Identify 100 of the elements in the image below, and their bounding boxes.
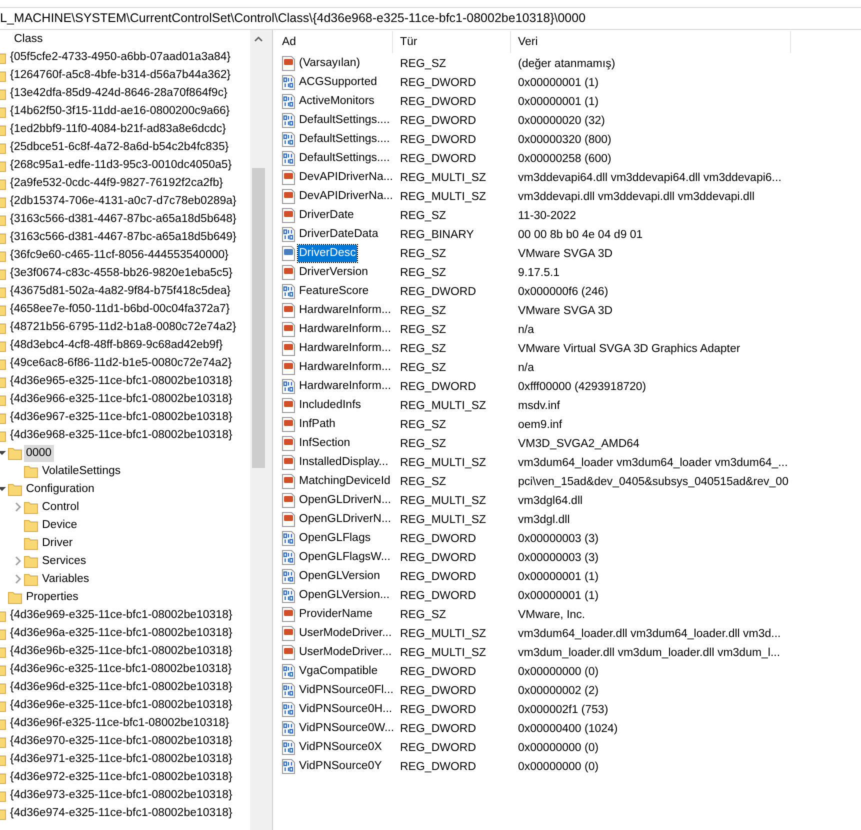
value-name[interactable]: ProviderName bbox=[298, 606, 374, 623]
tree-item[interactable]: {1264760f-a5c8-4bfe-b314-d56a7b44a362} bbox=[8, 66, 233, 84]
value-data: VMware SVGA 3D bbox=[517, 304, 614, 316]
tree-item[interactable]: {4d36e973-e325-11ce-bfc1-08002be10318} bbox=[8, 786, 234, 804]
value-name[interactable]: (Varsayılan) bbox=[298, 55, 362, 72]
value-data: vm3dum64_loader vm3dum64_loader vm3dum64_... bbox=[517, 456, 789, 468]
tree-item[interactable]: Class bbox=[12, 30, 45, 48]
value-name[interactable]: OpenGLFlagsW... bbox=[298, 549, 392, 566]
tree-item[interactable]: Device bbox=[40, 516, 80, 534]
tree-item[interactable]: Services bbox=[40, 552, 88, 570]
tree-item[interactable]: {48721b56-6795-11d2-b1a8-0080c72e74a2} bbox=[8, 318, 238, 336]
tree-item[interactable]: {4d36e970-e325-11ce-bfc1-08002be10318} bbox=[8, 732, 234, 750]
value-name[interactable]: DriverDateData bbox=[298, 226, 380, 243]
column-header[interactable]: Tür bbox=[393, 31, 511, 53]
value-data: oem9.inf bbox=[517, 418, 564, 430]
tree-item[interactable]: {4d36e969-e325-11ce-bfc1-08002be10318} bbox=[8, 606, 234, 624]
value-name[interactable]: MatchingDeviceId bbox=[298, 473, 392, 490]
tree-item[interactable]: Driver bbox=[40, 534, 75, 552]
value-name[interactable]: HardwareInform... bbox=[298, 302, 392, 319]
value-name[interactable]: InfPath bbox=[298, 416, 336, 433]
value-name[interactable]: HardwareInform... bbox=[298, 378, 392, 395]
tree-item[interactable]: Properties bbox=[24, 588, 80, 606]
tree-item[interactable]: {4658ee7e-f050-11d1-b6bd-00c04fa372a7} bbox=[8, 300, 232, 318]
value-name[interactable]: IncludedInfs bbox=[298, 397, 362, 414]
tree-item[interactable]: Control bbox=[40, 498, 82, 516]
value-name[interactable]: UserModeDriver... bbox=[298, 625, 393, 642]
tree-item[interactable]: {4d36e968-e325-11ce-bfc1-08002be10318} bbox=[8, 426, 234, 444]
value-name[interactable]: DefaultSettings.... bbox=[298, 150, 391, 167]
tree-item[interactable]: {4d36e972-e325-11ce-bfc1-08002be10318} bbox=[8, 768, 234, 786]
value-name[interactable]: ActiveMonitors bbox=[298, 93, 376, 110]
value-name[interactable]: DefaultSettings.... bbox=[298, 112, 391, 129]
value-name[interactable]: VidPNSource0Fl... bbox=[298, 682, 394, 699]
collapse-chevron-icon[interactable] bbox=[0, 449, 6, 457]
value-data: 0xfff00000 (4293918720) bbox=[517, 380, 648, 392]
tree-item[interactable]: {05f5cfe2-4733-4950-a6bb-07aad01a3a84} bbox=[8, 48, 233, 66]
value-name[interactable]: VidPNSource0X bbox=[298, 739, 383, 756]
tree-item[interactable]: {3163c566-d381-4467-87bc-a65a18d5b648} bbox=[8, 210, 238, 228]
tree-item[interactable]: VolatileSettings bbox=[40, 462, 123, 480]
tree-item[interactable]: {49ce6ac8-6f86-11d2-b1e5-0080c72e74a2} bbox=[8, 354, 234, 372]
tree-item[interactable]: {4d36e965-e325-11ce-bfc1-08002be10318} bbox=[8, 372, 234, 390]
tree-item[interactable]: {36fc9e60-c465-11cf-8056-444553540000} bbox=[8, 246, 230, 264]
tree-item[interactable]: {4d36e96d-e325-11ce-bfc1-08002be10318} bbox=[8, 678, 234, 696]
value-name[interactable]: DriverDesc bbox=[298, 245, 357, 262]
value-name[interactable]: HardwareInform... bbox=[298, 321, 392, 338]
value-data: 0x00000400 (1024) bbox=[517, 722, 619, 734]
expand-chevron-icon[interactable] bbox=[14, 502, 22, 512]
value-name[interactable]: HardwareInform... bbox=[298, 340, 392, 357]
value-name[interactable]: VgaCompatible bbox=[298, 663, 379, 680]
string-value-icon bbox=[281, 455, 296, 470]
tree-item[interactable]: {4d36e96f-e325-11ce-bfc1-08002be10318} bbox=[8, 714, 232, 732]
value-name[interactable]: VidPNSource0Y bbox=[298, 758, 383, 775]
tree-item[interactable]: {13e42dfa-85d9-424d-8646-28a70f864f9c} bbox=[8, 84, 230, 102]
tree-item[interactable]: {48d3ebc4-4cf8-48ff-b869-9c68ad42eb9f} bbox=[8, 336, 225, 354]
value-name[interactable]: DevAPIDriverNa... bbox=[298, 169, 394, 186]
tree-item[interactable]: {4d36e96b-e325-11ce-bfc1-08002be10318} bbox=[8, 642, 234, 660]
value-name[interactable]: DriverVersion bbox=[298, 264, 370, 281]
value-name[interactable]: VidPNSource0W... bbox=[298, 720, 396, 737]
folder-icon bbox=[8, 482, 22, 496]
value-name[interactable]: OpenGLVersion... bbox=[298, 587, 391, 604]
address-bar[interactable]: L_MACHINE\SYSTEM\CurrentControlSet\Control\Class\{4d36e968-e325-11ce-bfc1-08002be10318}\0000 bbox=[0, 7, 861, 30]
expand-chevron-icon[interactable] bbox=[14, 574, 22, 584]
tree-item[interactable]: {2a9fe532-0cdc-44f9-9827-76192f2ca2fb} bbox=[8, 174, 225, 192]
tree-item[interactable]: {1ed2bbf9-11f0-4084-b21f-ad83a8e6dcdc} bbox=[8, 120, 228, 138]
column-header[interactable]: Ad bbox=[275, 31, 393, 53]
tree-item[interactable]: Variables bbox=[40, 570, 92, 588]
scrollbar-thumb[interactable] bbox=[252, 168, 265, 468]
tree-item[interactable]: {4d36e971-e325-11ce-bfc1-08002be10318} bbox=[8, 750, 234, 768]
tree-item[interactable]: {25dbce51-6c8f-4a72-8a6d-b54c2b4fc835} bbox=[8, 138, 231, 156]
value-name[interactable]: UserModeDriver... bbox=[298, 644, 393, 661]
tree-item[interactable]: {268c95a1-edfe-11d3-95c3-0010dc4050a5} bbox=[8, 156, 234, 174]
value-name[interactable]: OpenGLVersion bbox=[298, 568, 381, 585]
tree-item[interactable]: {4d36e96e-e325-11ce-bfc1-08002be10318} bbox=[8, 696, 234, 714]
tree-item[interactable]: {43675d81-502a-4a82-9f84-b75f418c5dea} bbox=[8, 282, 233, 300]
value-name[interactable]: InfSection bbox=[298, 435, 352, 452]
tree-item[interactable]: {14b62f50-3f15-11dd-ae16-0800200c9a66} bbox=[8, 102, 232, 120]
tree-item[interactable]: {3e3f0674-c83c-4558-bb26-9820e1eba5c5} bbox=[8, 264, 235, 282]
expand-chevron-icon[interactable] bbox=[14, 556, 22, 566]
value-name[interactable]: VidPNSource0H... bbox=[298, 701, 394, 718]
tree-item[interactable]: Configuration bbox=[24, 480, 96, 498]
value-name[interactable]: OpenGLDriverN... bbox=[298, 511, 392, 528]
value-name[interactable]: DefaultSettings.... bbox=[298, 131, 391, 148]
value-name[interactable]: DevAPIDriverNa... bbox=[298, 188, 394, 205]
value-type: REG_DWORD bbox=[399, 704, 478, 716]
tree-item[interactable]: {4d36e966-e325-11ce-bfc1-08002be10318} bbox=[8, 390, 234, 408]
value-name[interactable]: InstalledDisplay... bbox=[298, 454, 390, 471]
value-name[interactable]: HardwareInform... bbox=[298, 359, 392, 376]
column-header[interactable]: Veri bbox=[511, 31, 791, 53]
value-name[interactable]: OpenGLDriverN... bbox=[298, 492, 392, 509]
tree-item[interactable]: 0000 bbox=[24, 444, 54, 462]
value-name[interactable]: DriverDate bbox=[298, 207, 355, 224]
tree-item[interactable]: {4d36e96c-e325-11ce-bfc1-08002be10318} bbox=[8, 660, 234, 678]
collapse-chevron-icon[interactable] bbox=[0, 485, 6, 493]
tree-item[interactable]: {4d36e974-e325-11ce-bfc1-08002be10318} bbox=[8, 804, 234, 822]
value-name[interactable]: ACGSupported bbox=[298, 74, 378, 91]
tree-item[interactable]: {4d36e96a-e325-11ce-bfc1-08002be10318} bbox=[8, 624, 234, 642]
tree-item[interactable]: {4d36e967-e325-11ce-bfc1-08002be10318} bbox=[8, 408, 234, 426]
tree-item[interactable]: {3163c566-d381-4467-87bc-a65a18d5b649} bbox=[8, 228, 238, 246]
tree-item[interactable]: {2db15374-706e-4131-a0c7-d7c78eb0289a} bbox=[8, 192, 238, 210]
value-name[interactable]: OpenGLFlags bbox=[298, 530, 372, 547]
value-name[interactable]: FeatureScore bbox=[298, 283, 370, 300]
